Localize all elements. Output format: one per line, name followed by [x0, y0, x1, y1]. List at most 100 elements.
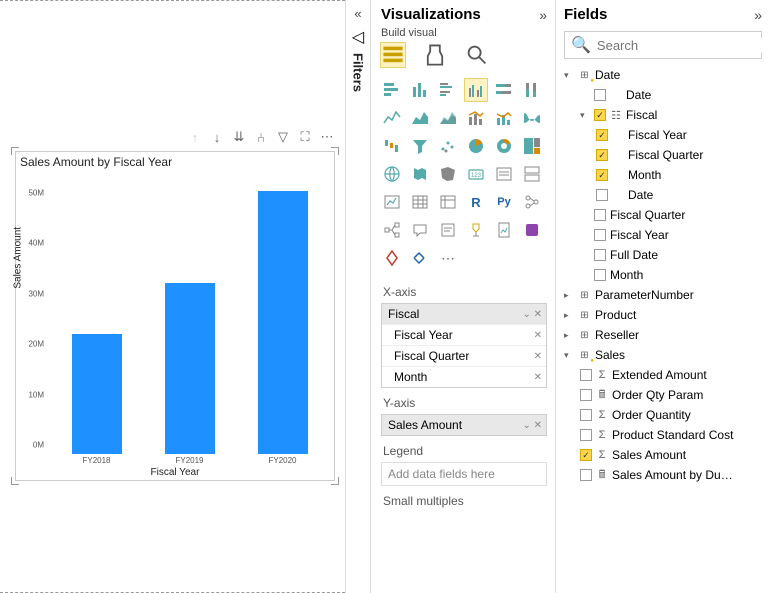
scatter-icon[interactable] — [437, 135, 459, 157]
chart-plot-area: Sales Amount 0M 10M 20M 30M 40M 50M — [46, 174, 329, 454]
clustered-column-icon[interactable] — [465, 79, 487, 101]
combo-chart2-icon[interactable] — [493, 107, 515, 129]
collapse-viz-icon[interactable]: » — [539, 7, 547, 23]
map-icon[interactable] — [381, 163, 403, 185]
svg-text:123: 123 — [471, 173, 482, 179]
stacked-area-icon[interactable] — [437, 107, 459, 129]
tab-format-visual[interactable] — [423, 43, 447, 67]
filter-icon[interactable]: ▽ — [275, 129, 291, 145]
field-fiscal-year[interactable]: Fiscal Year — [564, 125, 762, 145]
field-sales-amount-by-du[interactable]: 🖩Sales Amount by Du… — [564, 465, 762, 485]
treemap-icon[interactable] — [521, 135, 543, 157]
hierarchy-icon[interactable]: ⑃ — [253, 129, 269, 145]
table-sales[interactable]: ▾⊞Sales — [564, 345, 762, 365]
visualizations-pane: Visualizations » Build visual — [370, 0, 555, 593]
field-fiscal-date[interactable]: Date — [564, 185, 762, 205]
power-automate-icon[interactable] — [381, 247, 403, 269]
search-input[interactable] — [597, 38, 768, 53]
expand-down-icon[interactable]: ⇊ — [231, 129, 247, 145]
ribbon-chart-icon[interactable] — [521, 107, 543, 129]
x-axis-label: Fiscal Year — [16, 467, 334, 478]
table-icon[interactable] — [409, 191, 431, 213]
remove-field-icon[interactable]: ✕ — [534, 351, 542, 362]
donut-icon[interactable] — [493, 135, 515, 157]
filled-map-icon[interactable] — [409, 163, 431, 185]
matrix-icon[interactable] — [437, 191, 459, 213]
field-fiscal-month[interactable]: Month — [564, 165, 762, 185]
pie-icon[interactable] — [465, 135, 487, 157]
table-date[interactable]: ▾⊞Date — [564, 65, 762, 85]
fields-search[interactable]: 🔍 — [564, 31, 762, 59]
key-influencers-icon[interactable] — [521, 191, 543, 213]
fields-pane: Fields » 🔍 ▾⊞Date Date ▾☷Fiscal Fiscal Y… — [555, 0, 768, 593]
table-reseller[interactable]: ▸⊞Reseller — [564, 325, 762, 345]
field-fiscal-year-flat[interactable]: Fiscal Year — [564, 225, 762, 245]
drill-down-icon[interactable]: ↓ — [209, 129, 225, 145]
visual-type-gallery: 123 R Py ⋯ — [381, 79, 547, 269]
smart-narrative-icon[interactable] — [437, 219, 459, 241]
area-chart-icon[interactable] — [409, 107, 431, 129]
report-canvas[interactable]: ↑ ↓ ⇊ ⑃ ▽ ⛶ ⋯ Sales Amount by Fiscal Yea… — [0, 0, 345, 593]
y-axis-label: Sales Amount — [13, 227, 24, 289]
remove-field-icon[interactable]: ✕ — [534, 330, 542, 341]
tab-analytics[interactable] — [465, 43, 489, 67]
stacked-bar-icon[interactable] — [381, 79, 403, 101]
field-full-date[interactable]: Full Date — [564, 245, 762, 265]
python-visual-icon[interactable]: Py — [493, 191, 515, 213]
field-order-qty-param[interactable]: 🖩Order Qty Param — [564, 385, 762, 405]
power-apps-icon[interactable] — [521, 219, 543, 241]
field-month-flat[interactable]: Month — [564, 265, 762, 285]
bar-fy2018[interactable] — [72, 334, 122, 454]
goals-icon[interactable] — [465, 219, 487, 241]
table-product[interactable]: ▸⊞Product — [564, 305, 762, 325]
card-icon[interactable] — [493, 163, 515, 185]
remove-field-icon[interactable]: ✕ — [534, 372, 542, 383]
gauge-icon[interactable]: 123 — [465, 163, 487, 185]
filters-pane-collapsed[interactable]: « ◁ Filters — [345, 0, 370, 593]
chevron-down-icon[interactable]: ⌄ — [522, 420, 530, 431]
r-visual-icon[interactable]: R — [465, 191, 487, 213]
stacked-bar-100-icon[interactable] — [493, 79, 515, 101]
field-fiscal-quarter[interactable]: Fiscal Quarter — [564, 145, 762, 165]
bar-chart-visual[interactable]: Sales Amount by Fiscal Year Sales Amount… — [15, 151, 335, 481]
field-sales-amount[interactable]: ΣSales Amount — [564, 445, 762, 465]
field-fiscal-group[interactable]: ▾☷Fiscal — [564, 105, 762, 125]
drill-up-icon[interactable]: ↑ — [187, 129, 203, 145]
fields-title: Fields — [564, 6, 607, 23]
decomposition-icon[interactable] — [381, 219, 403, 241]
qa-icon[interactable] — [409, 219, 431, 241]
focus-mode-icon[interactable]: ⛶ — [297, 129, 313, 145]
shape-map-icon[interactable] — [437, 163, 459, 185]
legend-well[interactable]: Legend Add data fields here — [381, 440, 547, 486]
get-more-icon[interactable] — [409, 247, 431, 269]
field-date[interactable]: Date — [564, 85, 762, 105]
field-product-std-cost[interactable]: ΣProduct Standard Cost — [564, 425, 762, 445]
waterfall-icon[interactable] — [381, 135, 403, 157]
field-order-quantity[interactable]: ΣOrder Quantity — [564, 405, 762, 425]
small-multiples-well[interactable]: Small multiples — [381, 490, 547, 512]
bar-fy2020[interactable] — [258, 191, 308, 454]
field-extended-amount[interactable]: ΣExtended Amount — [564, 365, 762, 385]
combo-chart-icon[interactable] — [465, 107, 487, 129]
chevron-down-icon[interactable]: ⌄ — [522, 309, 530, 320]
kpi-icon[interactable] — [381, 191, 403, 213]
paginated-icon[interactable] — [493, 219, 515, 241]
expand-filters-icon[interactable]: « — [354, 6, 361, 21]
tab-build-visual[interactable] — [381, 43, 405, 67]
stacked-column-icon[interactable] — [409, 79, 431, 101]
table-parameternumber[interactable]: ▸⊞ParameterNumber — [564, 285, 762, 305]
x-axis-well[interactable]: X-axis Fiscal ⌄ ✕ Fiscal Year✕ Fiscal Qu… — [381, 281, 547, 388]
multirow-card-icon[interactable] — [521, 163, 543, 185]
stacked-column-100-icon[interactable] — [521, 79, 543, 101]
clustered-bar-icon[interactable] — [437, 79, 459, 101]
remove-field-icon[interactable]: ✕ — [534, 309, 542, 320]
more-visuals-icon[interactable]: ⋯ — [437, 247, 459, 269]
funnel-icon[interactable] — [409, 135, 431, 157]
more-options-icon[interactable]: ⋯ — [319, 129, 335, 145]
remove-field-icon[interactable]: ✕ — [534, 420, 542, 431]
collapse-fields-icon[interactable]: » — [754, 7, 762, 23]
bar-fy2019[interactable] — [165, 283, 215, 454]
field-fiscal-quarter-flat[interactable]: Fiscal Quarter — [564, 205, 762, 225]
y-axis-well[interactable]: Y-axis Sales Amount ⌄ ✕ — [381, 392, 547, 436]
line-chart-icon[interactable] — [381, 107, 403, 129]
